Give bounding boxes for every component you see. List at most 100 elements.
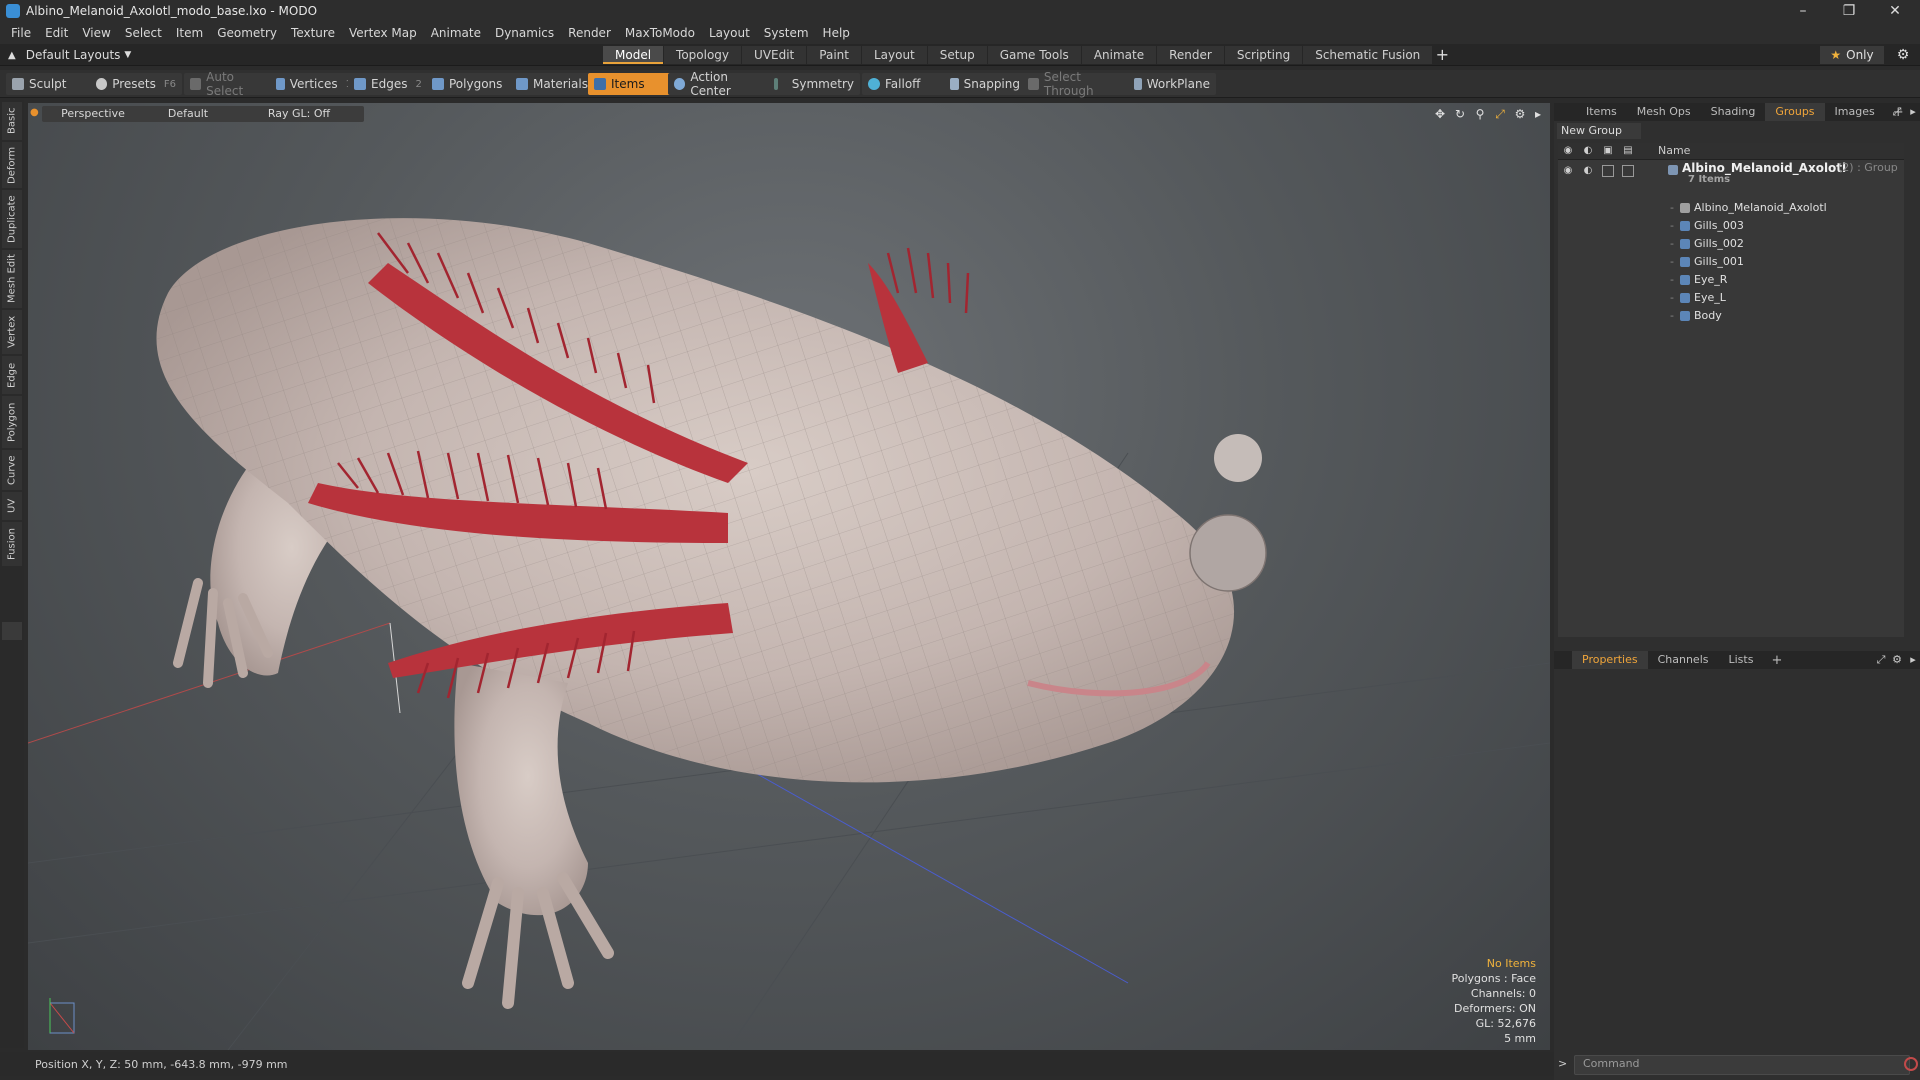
- vtab-collapse-icon[interactable]: [2, 622, 22, 640]
- tab-lists[interactable]: Lists: [1719, 651, 1764, 669]
- tab-shading[interactable]: Shading: [1701, 103, 1766, 121]
- tab-game-tools[interactable]: Game Tools: [987, 46, 1081, 64]
- add-bottom-tab-icon[interactable]: +: [1763, 653, 1790, 668]
- command-history-icon[interactable]: [1904, 1057, 1918, 1071]
- vtab-edge[interactable]: Edge: [2, 356, 22, 394]
- menu-item[interactable]: Item: [169, 26, 210, 40]
- tab-animate[interactable]: Animate: [1081, 46, 1157, 64]
- tab-schematic-fusion[interactable]: Schematic Fusion: [1303, 46, 1433, 64]
- tree-branch: -: [1670, 291, 1674, 304]
- symmetry-button[interactable]: Symmetry: [768, 73, 860, 95]
- group-lock-checkbox[interactable]: [1602, 165, 1614, 177]
- layout-select[interactable]: ▲ Default Layouts ▼: [8, 47, 131, 63]
- select-through-button[interactable]: Select Through: [1022, 70, 1132, 98]
- minimize-icon[interactable]: –: [1780, 0, 1826, 22]
- snapping-icon: [950, 78, 959, 90]
- group-select-checkbox[interactable]: [1622, 165, 1634, 177]
- visibility-eye-icon[interactable]: ◉: [1562, 145, 1574, 157]
- vtab-mesh-edit[interactable]: Mesh Edit: [2, 250, 22, 308]
- polygons-button[interactable]: Polygons: [426, 73, 514, 95]
- menu-geometry[interactable]: Geometry: [210, 26, 284, 40]
- bottom-gear-icon[interactable]: ⚙: [1890, 653, 1904, 667]
- tree-row[interactable]: - Gills_002: [1558, 235, 1904, 253]
- group-render-icon[interactable]: ◐: [1582, 165, 1594, 177]
- bottom-arrow-icon[interactable]: ▸: [1906, 653, 1920, 667]
- vtab-vertex[interactable]: Vertex: [2, 310, 22, 354]
- menu-layout[interactable]: Layout: [702, 26, 757, 40]
- gear-icon[interactable]: ⚙: [1894, 46, 1912, 64]
- menu-animate[interactable]: Animate: [424, 26, 488, 40]
- restore-icon[interactable]: ❐: [1826, 0, 1872, 22]
- vtab-uv[interactable]: UV: [2, 492, 22, 520]
- polygons-icon: [432, 78, 444, 90]
- menu-vertex-map[interactable]: Vertex Map: [342, 26, 424, 40]
- materials-button[interactable]: Materials: [510, 73, 594, 95]
- tree-row[interactable]: - Eye_L: [1558, 289, 1904, 307]
- tab-scripting[interactable]: Scripting: [1224, 46, 1303, 64]
- vtab-deform[interactable]: Deform: [2, 142, 22, 188]
- render-icon[interactable]: ◐: [1582, 145, 1594, 157]
- menu-dynamics[interactable]: Dynamics: [488, 26, 561, 40]
- tab-model[interactable]: Model: [603, 46, 664, 64]
- vtab-curve[interactable]: Curve: [2, 450, 22, 490]
- tree-branch: -: [1670, 309, 1674, 322]
- lock-icon[interactable]: ▣: [1602, 145, 1614, 157]
- workplane-button[interactable]: WorkPlane: [1128, 73, 1216, 95]
- name-column-header[interactable]: Name: [1658, 143, 1690, 159]
- menu-maxtomodo[interactable]: MaxToModo: [618, 26, 702, 40]
- snapping-button[interactable]: Snapping: [944, 73, 1026, 95]
- vtab-polygon[interactable]: Polygon: [2, 396, 22, 448]
- tree-row[interactable]: - Gills_003: [1558, 217, 1904, 235]
- group-row[interactable]: ◉ ◐ Albino_Melanoid_Axolotl (2) : Group …: [1558, 161, 1904, 189]
- tab-properties[interactable]: Properties: [1572, 651, 1648, 669]
- close-icon[interactable]: ✕: [1872, 0, 1918, 22]
- tab-items[interactable]: Items: [1576, 103, 1627, 121]
- menu-file[interactable]: File: [4, 26, 38, 40]
- menu-system[interactable]: System: [757, 26, 816, 40]
- tab-setup[interactable]: Setup: [927, 46, 987, 64]
- tab-mesh-ops[interactable]: Mesh Ops: [1627, 103, 1701, 121]
- tab-images[interactable]: Images: [1825, 103, 1885, 121]
- tab-render[interactable]: Render: [1157, 46, 1224, 64]
- tree-row[interactable]: - Albino_Melanoid_Axolotl: [1558, 199, 1904, 217]
- select-icon[interactable]: ▤: [1622, 145, 1634, 157]
- new-group-button[interactable]: New Group: [1557, 123, 1641, 139]
- tab-paint[interactable]: Paint: [807, 46, 861, 64]
- command-input[interactable]: Command: [1574, 1055, 1910, 1075]
- menu-texture[interactable]: Texture: [284, 26, 342, 40]
- only-button[interactable]: ★ Only: [1820, 46, 1884, 64]
- menu-view[interactable]: View: [75, 26, 117, 40]
- menu-help[interactable]: Help: [816, 26, 857, 40]
- menu-select[interactable]: Select: [118, 26, 169, 40]
- auto-select-button[interactable]: Auto Select: [184, 70, 276, 98]
- tree-row[interactable]: - Gills_001: [1558, 253, 1904, 271]
- vtab-basic[interactable]: Basic: [2, 102, 22, 140]
- panel-arrow-icon[interactable]: ▸: [1906, 105, 1920, 119]
- vtab-duplicate[interactable]: Duplicate: [2, 190, 22, 248]
- tree-row[interactable]: - Body: [1558, 307, 1904, 325]
- panel-expand-icon[interactable]: ⤢: [1890, 105, 1904, 119]
- tab-uvedit[interactable]: UVEdit: [742, 46, 807, 64]
- group-eye-icon[interactable]: ◉: [1562, 165, 1574, 177]
- action-center-icon: [674, 78, 686, 90]
- edges-button[interactable]: Edges 2: [348, 73, 436, 95]
- window-title: Albino_Melanoid_Axolotl_modo_base.lxo - …: [26, 4, 318, 18]
- vtab-fusion[interactable]: Fusion: [2, 522, 22, 566]
- falloff-button[interactable]: Falloff: [862, 73, 950, 95]
- tab-layout[interactable]: Layout: [861, 46, 927, 64]
- tab-topology[interactable]: Topology: [664, 46, 742, 64]
- vertices-button[interactable]: Vertices 1: [270, 73, 358, 95]
- chevron-down-icon: ▼: [124, 50, 132, 60]
- tree-row[interactable]: - Eye_R: [1558, 271, 1904, 289]
- presets-button[interactable]: Presets F6: [90, 73, 182, 95]
- action-center-button[interactable]: Action Center: [668, 70, 774, 98]
- add-tab-icon[interactable]: +: [1433, 46, 1451, 64]
- sculpt-button[interactable]: Sculpt: [6, 73, 100, 95]
- items-button[interactable]: Items: [588, 73, 676, 95]
- tab-groups[interactable]: Groups: [1765, 103, 1825, 121]
- menu-render[interactable]: Render: [561, 26, 618, 40]
- 3d-viewport[interactable]: ● Perspective Default Ray GL: Off ✥ ↻ ⚲ …: [28, 103, 1550, 1050]
- menu-edit[interactable]: Edit: [38, 26, 75, 40]
- bottom-expand-icon[interactable]: ⤢: [1874, 653, 1888, 667]
- tab-channels[interactable]: Channels: [1648, 651, 1719, 669]
